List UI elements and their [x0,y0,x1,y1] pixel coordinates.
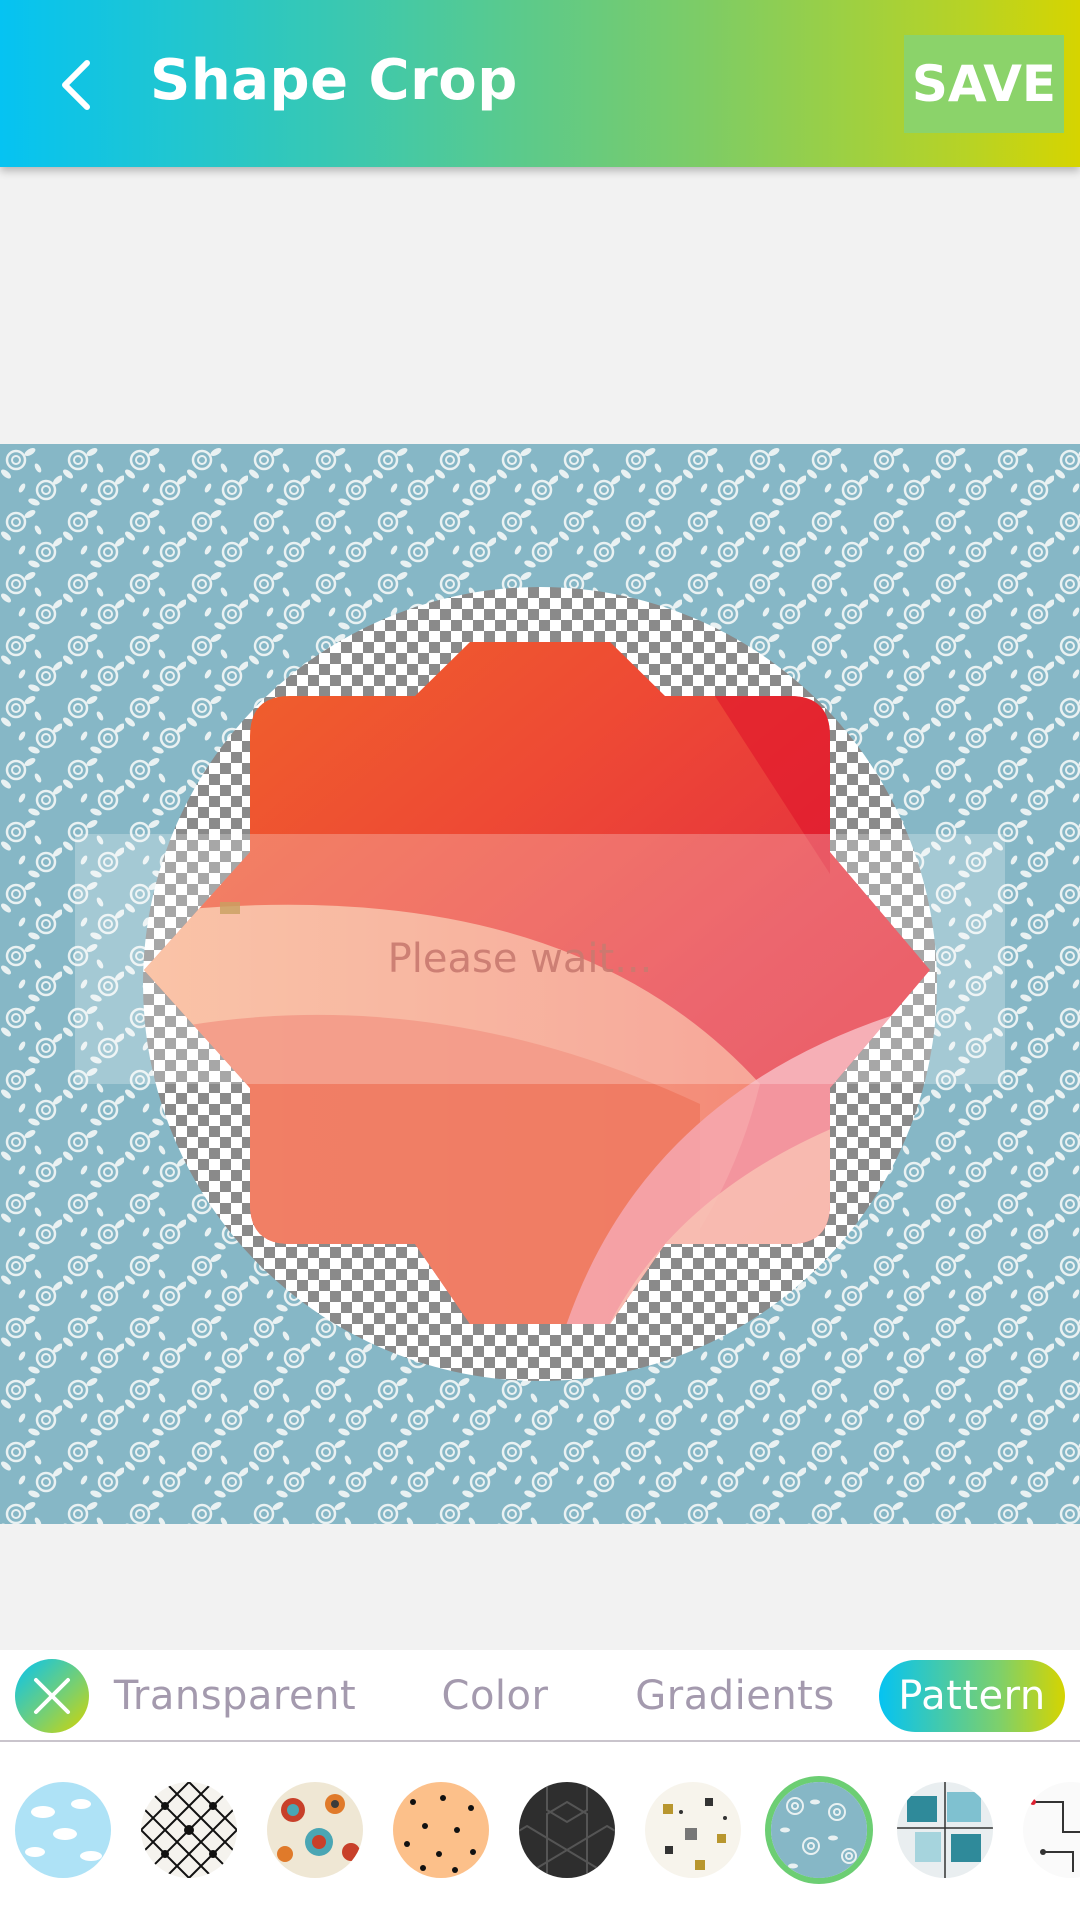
pattern-thumb-teal-squares[interactable] [897,1782,993,1878]
tab-color[interactable]: Color [420,1660,570,1732]
chevron-left-icon [62,60,90,110]
background-type-tabs: Transparent Color Gradients Pattern [0,1650,1080,1740]
pattern-thumb-clouds-sky[interactable] [15,1782,111,1878]
pattern-thumb-circuit-lines[interactable] [1023,1782,1080,1878]
loading-dialog: Please wait... [75,834,1005,1084]
pattern-thumb-black-lattice[interactable] [141,1782,237,1878]
back-button[interactable] [40,40,110,130]
loading-text: Please wait... [387,936,653,982]
pattern-thumb-orange-dots[interactable] [393,1782,489,1878]
pattern-thumb-dark-hexagons[interactable] [519,1782,615,1878]
progress-spinner [220,902,240,914]
tab-transparent[interactable]: Transparent [110,1660,360,1732]
tab-pattern[interactable]: Pattern [879,1660,1065,1732]
editing-canvas[interactable]: Please wait... [0,444,1080,1524]
page-title: Shape Crop [150,48,518,113]
close-button[interactable] [15,1659,89,1733]
tab-gradients[interactable]: Gradients [630,1660,840,1732]
pattern-thumb-retro-circles[interactable] [267,1782,363,1878]
close-icon [34,1678,70,1714]
pattern-thumbnail-list[interactable] [0,1742,1080,1920]
pattern-thumb-scattered-shapes[interactable] [645,1782,741,1878]
pattern-thumb-rose-blue[interactable] [765,1776,873,1884]
save-button[interactable]: SAVE [904,35,1064,133]
top-app-bar: Shape Crop SAVE [0,0,1080,167]
